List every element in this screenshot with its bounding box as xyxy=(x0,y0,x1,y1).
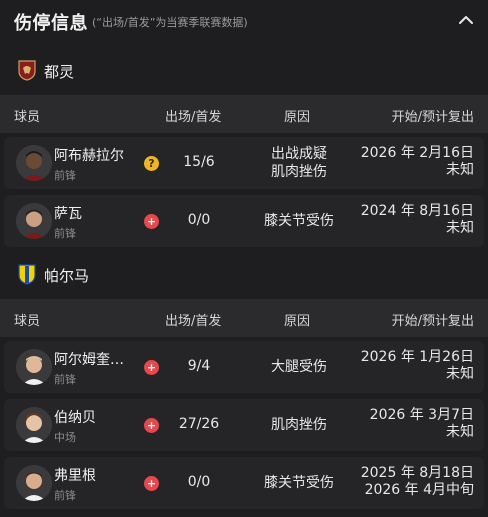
date-value: 2026 年 2月16日 未知 xyxy=(361,145,474,179)
reason-value: 大腿受伤 xyxy=(254,358,344,376)
player-name[interactable]: 弗里根 xyxy=(54,465,136,485)
date-return: 未知 xyxy=(446,162,474,178)
avatar xyxy=(16,203,52,239)
table-row[interactable]: 阿布赫拉尔 前锋 ? 15/6 出战成疑 肌肉挫伤 2026 年 2月16日 未… xyxy=(4,137,484,189)
player-position: 前锋 xyxy=(54,169,76,182)
date-return: 未知 xyxy=(446,366,474,382)
player-name[interactable]: 阿尔姆奎斯特 xyxy=(54,349,136,369)
injury-cross-icon: + xyxy=(144,418,159,433)
date-return: 未知 xyxy=(446,424,474,440)
reason-value: 膝关节受伤 xyxy=(254,212,344,230)
reason-value: 肌肉挫伤 xyxy=(254,416,344,434)
parma-crest-icon xyxy=(18,264,36,285)
player-position: 中场 xyxy=(54,431,76,444)
date-value: 2026 年 3月7日 未知 xyxy=(370,407,474,441)
col-player: 球员 xyxy=(14,314,41,329)
date-value: 2026 年 1月26日 未知 xyxy=(361,349,474,383)
date-start: 2026 年 1月26日 xyxy=(360,349,474,365)
avatar xyxy=(16,465,52,501)
table-row[interactable]: 阿尔姆奎斯特 前锋 + 9/4 大腿受伤 2026 年 1月26日 未知 xyxy=(4,341,484,393)
reason-line: 大腿受伤 xyxy=(271,359,327,375)
player-name[interactable]: 阿布赫拉尔 xyxy=(54,145,136,165)
apps-value: 0/0 xyxy=(187,212,211,228)
question-icon: ? xyxy=(144,156,159,171)
col-apps: 出场/首发 xyxy=(165,314,222,329)
section-title: 伤停信息 xyxy=(14,13,88,34)
date-return: 2026 年 4月中旬 xyxy=(364,482,474,498)
column-header: 球员 出场/首发 原因 开始/预计复出 xyxy=(0,299,488,337)
reason-value: 出战成疑 肌肉挫伤 xyxy=(254,145,344,181)
avatar xyxy=(16,145,52,181)
apps-value: 0/0 xyxy=(187,474,211,490)
col-reason: 原因 xyxy=(284,110,311,125)
apps-value: 15/6 xyxy=(183,154,215,170)
section-header: 伤停信息 (“出场/首发”为当赛季联赛数据) xyxy=(0,0,488,44)
date-start: 2026 年 2月16日 xyxy=(360,145,474,161)
column-header: 球员 出场/首发 原因 开始/预计复出 xyxy=(0,95,488,133)
date-value: 2024 年 8月16日 未知 xyxy=(361,203,474,237)
injury-cross-icon: + xyxy=(144,214,159,229)
torino-crest-icon xyxy=(18,60,36,81)
col-date: 开始/预计复出 xyxy=(391,110,474,125)
player-position: 前锋 xyxy=(54,489,76,502)
col-apps: 出场/首发 xyxy=(165,110,222,125)
reason-line: 膝关节受伤 xyxy=(264,475,334,491)
player-name[interactable]: 萨瓦 xyxy=(54,203,136,223)
date-start: 2025 年 8月18日 xyxy=(360,465,474,481)
reason-line: 出战成疑 xyxy=(271,146,327,162)
date-value: 2025 年 8月18日 2026 年 4月中旬 xyxy=(361,465,474,499)
date-start: 2026 年 3月7日 xyxy=(369,407,474,423)
col-player: 球员 xyxy=(14,110,41,125)
reason-line: 肌肉挫伤 xyxy=(271,164,327,180)
team-name: 帕尔马 xyxy=(44,267,90,285)
col-date: 开始/预计复出 xyxy=(391,314,474,329)
apps-value: 9/4 xyxy=(187,358,211,374)
col-reason: 原因 xyxy=(284,314,311,329)
table-row[interactable]: 伯纳贝 中场 + 27/26 肌肉挫伤 2026 年 3月7日 未知 xyxy=(4,399,484,451)
chevron-up-icon[interactable] xyxy=(458,12,474,28)
table-row[interactable]: 弗里根 前锋 + 0/0 膝关节受伤 2025 年 8月18日 2026 年 4… xyxy=(4,457,484,509)
reason-line: 膝关节受伤 xyxy=(264,213,334,229)
team-header-parma: 帕尔马 xyxy=(0,256,488,292)
date-start: 2024 年 8月16日 xyxy=(360,203,474,219)
injury-cross-icon: + xyxy=(144,360,159,375)
reason-line: 肌肉挫伤 xyxy=(271,417,327,433)
injury-cross-icon: + xyxy=(144,476,159,491)
team-name: 都灵 xyxy=(44,63,75,81)
reason-value: 膝关节受伤 xyxy=(254,474,344,492)
player-position: 前锋 xyxy=(54,373,76,386)
player-name[interactable]: 伯纳贝 xyxy=(54,407,136,427)
apps-value: 27/26 xyxy=(178,416,220,432)
team-header-torino: 都灵 xyxy=(0,52,488,88)
date-return: 未知 xyxy=(446,220,474,236)
player-position: 前锋 xyxy=(54,227,76,240)
section-note: (“出场/首发”为当赛季联赛数据) xyxy=(92,16,248,29)
table-row[interactable]: 萨瓦 前锋 + 0/0 膝关节受伤 2024 年 8月16日 未知 xyxy=(4,195,484,247)
avatar xyxy=(16,407,52,443)
avatar xyxy=(16,349,52,385)
